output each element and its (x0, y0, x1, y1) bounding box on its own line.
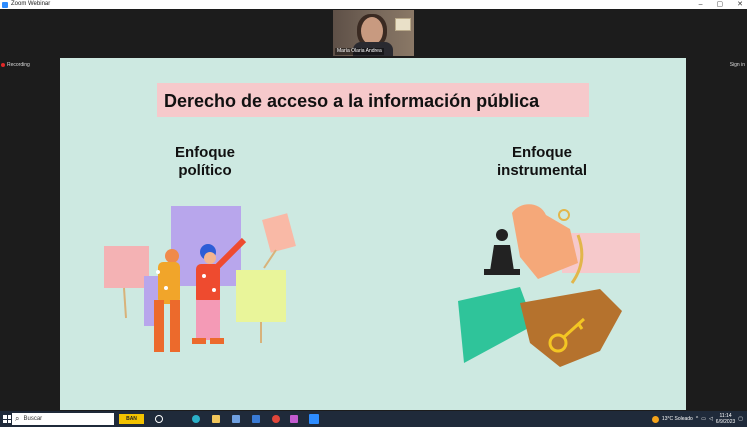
sign-stick (263, 249, 277, 269)
weather-text[interactable]: 13°C Soleado (662, 416, 693, 422)
pink-sign-left (104, 246, 149, 288)
volume-icon[interactable]: ◁ (709, 416, 713, 422)
close-button[interactable]: ✕ (737, 0, 743, 9)
figure-pants-right (196, 300, 220, 340)
chess-key-illustration (458, 204, 640, 367)
left-heading: Enfoque político (175, 144, 235, 179)
news-widget-badge[interactable]: BAN (119, 414, 144, 424)
sign-in-link[interactable]: Sign in (730, 62, 745, 68)
notification-icon[interactable]: ▢ (738, 416, 743, 422)
chess-pawn-head (496, 229, 508, 241)
figure-body-left (158, 262, 180, 304)
recording-label: Recording (7, 62, 30, 68)
polka-dot (156, 270, 160, 274)
window-controls: – ▢ ✕ (699, 0, 743, 9)
zoom-icon[interactable] (309, 414, 319, 424)
maximize-button[interactable]: ▢ (717, 0, 724, 9)
figure-head-right (204, 252, 216, 264)
window-titlebar: Zoom Webinar – ▢ ✕ (0, 0, 747, 9)
search-placeholder: Buscar (23, 416, 43, 422)
chrome-icon[interactable] (272, 415, 280, 423)
store-icon[interactable] (232, 415, 240, 423)
sign-stick (123, 287, 127, 319)
minimize-button[interactable]: – (699, 0, 703, 9)
ring (558, 209, 570, 221)
participant-name-label: María Olaria Andrea (335, 48, 384, 55)
figure-shoe (192, 338, 206, 344)
participant-face (361, 17, 383, 45)
weather-icon (651, 415, 659, 423)
polka-dot (202, 274, 206, 278)
tray-chevron-icon[interactable]: ^ (696, 416, 698, 422)
green-sleeve (458, 287, 534, 363)
polka-dot (164, 286, 168, 290)
window-title: Zoom Webinar (11, 1, 51, 7)
figure-body-right (196, 264, 220, 304)
chess-pawn-body (490, 245, 514, 271)
wall-picture (395, 18, 411, 31)
network-icon[interactable]: ▭ (701, 416, 706, 422)
taskbar-clock[interactable]: 11:14 6/9/2023 (716, 413, 735, 425)
figure-head-left (165, 249, 179, 263)
figure-leg-left (170, 300, 180, 352)
recording-indicator[interactable]: Recording (1, 62, 30, 68)
protest-illustration (104, 206, 296, 352)
hand-bottom (520, 289, 622, 367)
windows-logo-icon (3, 415, 11, 423)
zoom-app-icon (2, 1, 8, 8)
slide-title: Derecho de acceso a la información públi… (164, 91, 540, 111)
participant-video-tile[interactable]: María Olaria Andrea (333, 10, 414, 56)
chess-pawn-base (484, 269, 520, 275)
system-tray: 13°C Soleado ^ ▭ ◁ 11:14 6/9/2023 ▢ (651, 411, 743, 427)
task-view-icon[interactable] (155, 415, 163, 423)
clock-date: 6/9/2023 (715, 419, 736, 425)
edge-icon[interactable] (192, 415, 200, 423)
windows-taskbar: ⌕ Buscar BAN 13°C Soleado ^ ▭ ◁ 11:14 6/… (0, 411, 747, 427)
yellow-sign (236, 270, 286, 322)
file-explorer-icon[interactable] (212, 415, 220, 423)
figure-shoe (210, 338, 224, 344)
photos-icon[interactable] (290, 415, 298, 423)
polka-dot (212, 288, 216, 292)
peach-sign (262, 213, 296, 253)
shared-slide: Derecho de acceso a la información públi… (60, 58, 686, 410)
taskbar-search[interactable]: ⌕ Buscar (12, 413, 114, 425)
mail-icon[interactable] (252, 415, 260, 423)
right-heading: Enfoque instrumental (496, 144, 587, 179)
search-icon: ⌕ (15, 414, 20, 423)
figure-leg-left (154, 300, 164, 352)
record-dot-icon (1, 63, 5, 67)
